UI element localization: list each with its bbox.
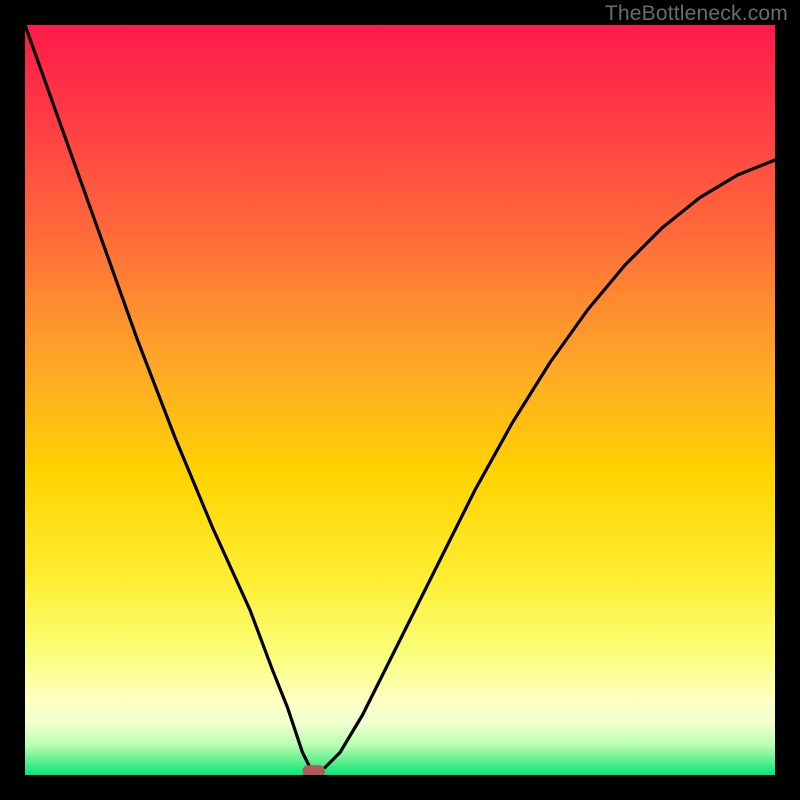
- chart-frame: TheBottleneck.com: [0, 0, 800, 800]
- watermark-label: TheBottleneck.com: [605, 2, 788, 26]
- chart-svg: [25, 25, 775, 775]
- plot-area: [25, 25, 775, 775]
- optimal-point-marker: [303, 765, 325, 775]
- gradient-background: [25, 25, 775, 775]
